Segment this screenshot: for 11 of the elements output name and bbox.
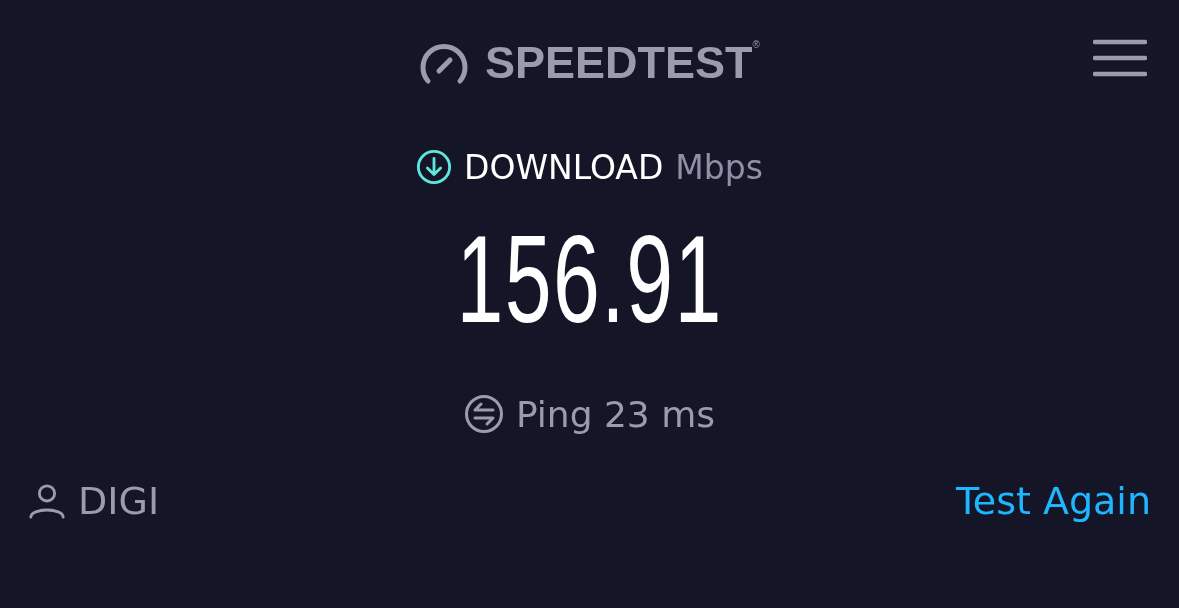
test-again-link[interactable]: Test Again <box>956 479 1151 523</box>
unit-label: Mbps <box>675 147 763 187</box>
download-icon <box>416 149 453 185</box>
ping-label: Ping 23 ms <box>515 393 716 435</box>
person-icon <box>28 482 66 520</box>
menu-button[interactable] <box>1093 38 1147 78</box>
provider-name: DIGI <box>78 479 160 523</box>
logo-wordmark: SPEEDTEST$^{®}$ <box>485 36 760 89</box>
test-type-label: DOWNLOAD <box>464 147 664 187</box>
ping-icon <box>463 394 504 434</box>
speed-value: 156.91 <box>456 209 723 350</box>
